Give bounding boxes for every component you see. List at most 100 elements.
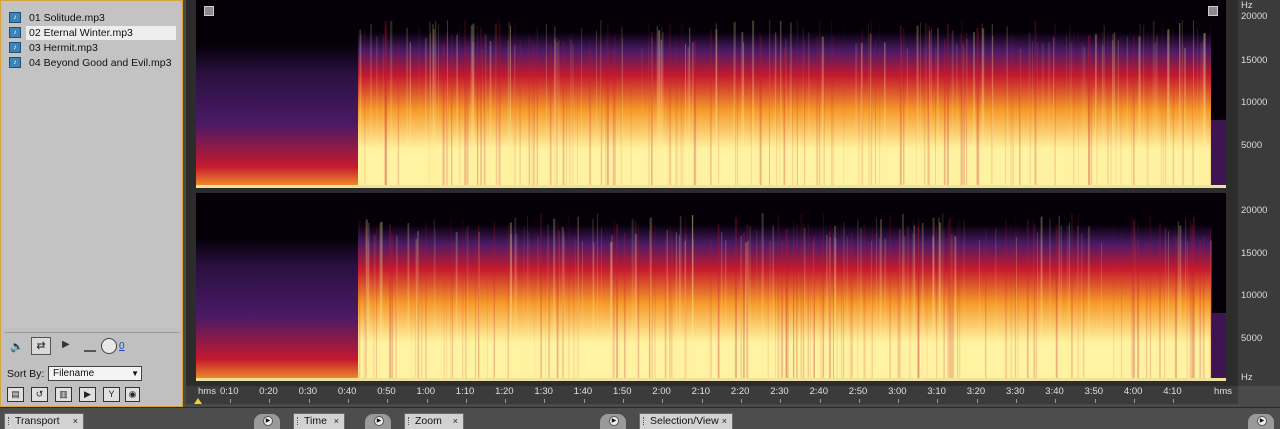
panel-menu-button[interactable]: ▶ (365, 414, 391, 429)
time-label: 0:40 (337, 386, 357, 397)
time-label: 1:50 (613, 386, 632, 397)
audio-file-icon: ♪ (9, 27, 21, 38)
time-tick (1016, 399, 1017, 403)
time-tick (623, 399, 624, 403)
tab-zoom[interactable]: Zoom × (404, 413, 464, 429)
time-ruler[interactable]: hms hms 0:10 0:20 0:30 0:40 0:50 1:00 1:10 1:20… (186, 386, 1238, 404)
freq-label: 10000 (1241, 290, 1268, 301)
panel-menu-button[interactable]: ▶ (1248, 414, 1274, 429)
time-label: 2:00 (652, 386, 671, 397)
time-unit: hms (1214, 386, 1232, 397)
close-icon[interactable]: × (73, 414, 78, 428)
zoom-corner-icon[interactable] (1208, 6, 1218, 16)
volume-value[interactable]: 0 (119, 341, 125, 352)
file-name: 03 Hermit.mp3 (29, 42, 98, 54)
sort-row: Sort By: Filename ▼ (4, 363, 180, 385)
play-icon: ▶ (609, 416, 619, 426)
play-icon: ▶ (263, 416, 273, 426)
play-icon[interactable]: ▶ (62, 339, 70, 350)
time-label: 3:50 (1084, 386, 1104, 397)
time-label: 2:50 (848, 386, 868, 397)
time-label: 3:10 (927, 386, 946, 397)
tab-time[interactable]: Time × (293, 413, 345, 429)
tab-label: Transport (15, 415, 60, 427)
spectral-display[interactable] (186, 0, 1238, 386)
time-tick (819, 399, 821, 403)
time-tick (583, 399, 585, 403)
zoom-corner-icon[interactable] (204, 6, 214, 16)
grip-icon (8, 417, 12, 425)
time-label: 2:40 (809, 386, 829, 397)
speaker-icon[interactable]: 🔈 (10, 340, 24, 353)
time-label: 0:20 (259, 386, 278, 397)
freq-unit: Hz (1241, 372, 1253, 383)
time-tick (662, 399, 664, 403)
time-tick (780, 399, 782, 403)
panel-menu-button[interactable]: ▶ (600, 414, 626, 429)
time-label: 1:20 (495, 386, 514, 397)
tab-selection-view[interactable]: Selection/View × (639, 413, 733, 429)
time-label: 2:10 (691, 386, 711, 397)
file-list[interactable]: ♪ 01 Solitude.mp3 ♪ 02 Eternal Winter.mp3 … (4, 1, 180, 328)
close-icon[interactable]: × (334, 414, 339, 428)
sort-by-select[interactable]: Filename ▼ (48, 366, 142, 381)
filter-icon[interactable]: Y (103, 387, 120, 402)
time-label: 0:50 (377, 386, 396, 397)
file-item[interactable]: ♪ 01 Solitude.mp3 (9, 11, 108, 25)
freq-label: 10000 (1241, 97, 1268, 108)
freq-label: 15000 (1241, 55, 1268, 66)
tab-transport[interactable]: Transport × (4, 413, 84, 429)
tab-label: Zoom (415, 415, 442, 427)
time-label: 0:30 (298, 386, 318, 397)
time-tick (1173, 399, 1175, 403)
time-tick (1055, 399, 1057, 403)
volume-knob[interactable] (101, 338, 117, 354)
time-label: 1:30 (534, 386, 553, 397)
close-icon[interactable]: × (453, 414, 458, 428)
files-panel: ♪ 01 Solitude.mp3 ♪ 02 Eternal Winter.mp3 … (0, 0, 183, 407)
time-tick (1133, 399, 1135, 403)
preview-icon[interactable]: ◉ (125, 387, 140, 402)
grip-icon (408, 417, 412, 425)
panel-menu-button[interactable]: ▶ (254, 414, 280, 429)
freq-label: 20000 (1241, 11, 1268, 22)
properties-icon[interactable]: ▥ (55, 387, 72, 402)
channel-right[interactable] (196, 193, 1226, 381)
file-item[interactable]: ♪ 04 Beyond Good and Evil.mp3 (9, 56, 174, 70)
time-tick (937, 399, 939, 403)
time-tick (505, 399, 507, 403)
file-name: 04 Beyond Good and Evil.mp3 (29, 57, 172, 69)
playhead-marker[interactable] (194, 398, 202, 404)
loop-button[interactable]: ⇄ (31, 337, 51, 355)
file-item[interactable]: ♪ 03 Hermit.mp3 (9, 41, 101, 55)
panel-tab-bar: Transport × ▶ Time × ▶ Zoom × ▶ Selection/V… (0, 407, 1280, 429)
grip-icon (297, 417, 301, 425)
close-icon[interactable]: × (722, 414, 727, 428)
time-label: 3:20 (966, 386, 986, 397)
time-tick (701, 399, 703, 403)
audio-file-icon: ♪ (9, 12, 21, 23)
frequency-ruler: Hz 20000 15000 10000 5000 20000 15000 10… (1238, 0, 1280, 386)
freq-label: 20000 (1241, 205, 1268, 216)
freq-unit: Hz (1241, 0, 1253, 11)
insert-icon[interactable]: ▤ (7, 387, 24, 402)
spectrogram-left (196, 0, 1226, 188)
panel-tools: 🔈 ⇄ ▶ 0 (4, 332, 180, 361)
time-label: 2:20 (730, 386, 750, 397)
autoplay-icon[interactable]: ▶ (79, 387, 96, 402)
time-tick (898, 399, 900, 403)
freq-label: 5000 (1241, 140, 1263, 151)
channel-left[interactable] (196, 0, 1226, 188)
file-item-selected[interactable]: ♪ 02 Eternal Winter.mp3 (9, 26, 176, 40)
freq-label: 15000 (1241, 248, 1268, 259)
play-icon: ▶ (374, 416, 384, 426)
time-label: 3:40 (1045, 386, 1064, 397)
time-tick (269, 399, 271, 403)
time-label: 1:00 (416, 386, 436, 397)
time-label: 1:40 (573, 386, 593, 397)
tab-label: Time (304, 415, 327, 427)
file-name: 02 Eternal Winter.mp3 (29, 27, 133, 39)
refresh-icon[interactable]: ↺ (31, 387, 48, 402)
time-label: 1:10 (455, 386, 475, 397)
time-tick (740, 399, 742, 403)
